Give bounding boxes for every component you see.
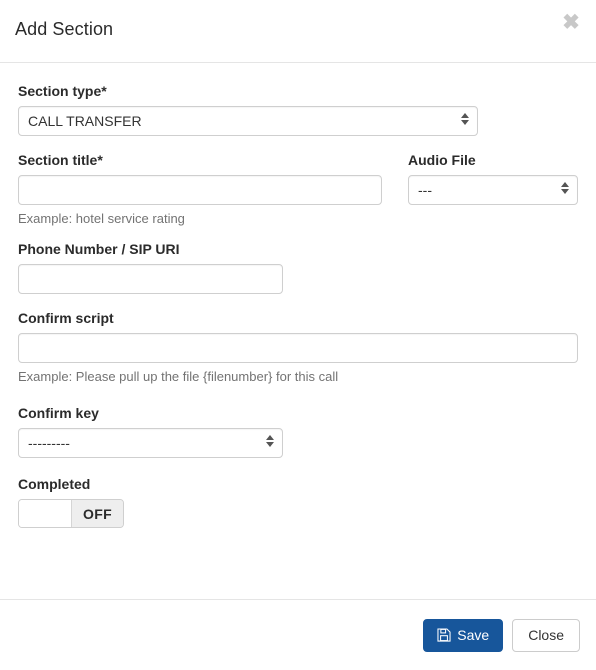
field-group-section-type: Section type* CALL TRANSFER [18, 83, 578, 136]
field-group-completed: Completed OFF [18, 476, 578, 530]
modal-header: Add Section ✖ [0, 0, 596, 63]
completed-toggle[interactable]: OFF [18, 499, 124, 528]
page-title: Add Section [15, 19, 114, 39]
toggle-handle[interactable] [19, 500, 72, 527]
confirm-script-help: Example: Please pull up the file {filenu… [18, 369, 339, 384]
modal-footer: Save Close [0, 599, 596, 670]
completed-label: Completed [18, 476, 91, 492]
confirm-key-select-wrap[interactable]: --------- [18, 428, 283, 458]
confirm-key-label: Confirm key [18, 405, 99, 421]
floppy-disk-save-icon [437, 628, 451, 642]
audio-file-label: Audio File [408, 152, 476, 168]
audio-file-select-wrap[interactable]: --- [408, 175, 578, 205]
section-type-select-wrap[interactable]: CALL TRANSFER [18, 106, 478, 136]
confirm-key-select[interactable]: --------- [18, 428, 283, 458]
confirm-script-label: Confirm script [18, 310, 114, 326]
close-button[interactable]: Close [512, 618, 580, 652]
field-group-confirm-script: Confirm script Example: Please pull up t… [18, 310, 578, 385]
audio-file-select[interactable]: --- [408, 175, 578, 205]
phone-number-label: Phone Number / SIP URI [18, 241, 180, 257]
save-button[interactable]: Save [423, 618, 504, 652]
toggle-state-label: OFF [72, 500, 123, 527]
close-button-label: Close [528, 627, 564, 643]
section-title-help: Example: hotel service rating [18, 211, 185, 226]
section-type-select[interactable]: CALL TRANSFER [18, 106, 478, 136]
section-type-label: Section type* [18, 83, 107, 99]
confirm-script-input[interactable] [18, 333, 578, 363]
section-title-input[interactable] [18, 175, 382, 205]
field-group-phone-number: Phone Number / SIP URI [18, 241, 578, 294]
save-button-label: Save [457, 627, 490, 643]
field-group-confirm-key: Confirm key --------- [18, 405, 578, 458]
section-title-label: Section title* [18, 152, 103, 168]
field-group-section-title: Section title* Example: hotel service ra… [18, 152, 382, 227]
phone-number-input[interactable] [18, 264, 283, 294]
close-icon[interactable]: ✖ [559, 11, 583, 35]
field-group-audio-file: Audio File --- [408, 152, 578, 227]
modal-body: Section type* CALL TRANSFER Section titl… [0, 63, 596, 599]
row-title-audio: Section title* Example: hotel service ra… [18, 152, 578, 227]
add-section-modal: Add Section ✖ Section type* CALL TRANSFE… [0, 0, 596, 670]
